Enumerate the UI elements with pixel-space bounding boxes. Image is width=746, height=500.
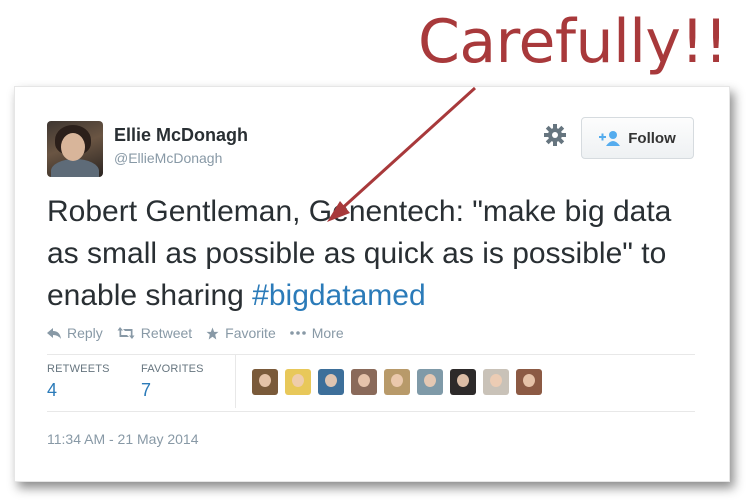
- favorite-label: Favorite: [225, 325, 276, 341]
- favoriter-avatar[interactable]: [318, 369, 344, 395]
- tweet-actions: Reply Retweet Favorite More: [47, 325, 358, 341]
- favoriter-avatar[interactable]: [252, 369, 278, 395]
- tweet-timestamp[interactable]: 11:34 AM - 21 May 2014: [47, 431, 199, 447]
- favoriter-avatar[interactable]: [285, 369, 311, 395]
- more-label: More: [311, 325, 344, 341]
- more-icon: [289, 331, 306, 335]
- stats-separator: [235, 355, 236, 408]
- retweets-count[interactable]: 4: [47, 380, 110, 401]
- retweet-icon: [117, 327, 135, 339]
- follow-button[interactable]: Follow: [581, 117, 694, 159]
- retweet-label: Retweet: [140, 325, 193, 341]
- annotation-label: Carefully!!: [418, 7, 728, 77]
- author-avatar[interactable]: [47, 121, 103, 177]
- reply-label: Reply: [67, 325, 103, 341]
- reply-button[interactable]: Reply: [47, 325, 103, 341]
- favoriter-avatar[interactable]: [516, 369, 542, 395]
- favorites-count[interactable]: 7: [141, 380, 204, 401]
- divider: [47, 354, 695, 355]
- author-handle[interactable]: @EllieMcDonagh: [114, 150, 222, 166]
- add-user-icon: [599, 131, 621, 146]
- favoriter-avatar[interactable]: [450, 369, 476, 395]
- reply-icon: [47, 328, 61, 339]
- follow-label: Follow: [628, 129, 676, 147]
- star-icon: [206, 327, 219, 339]
- favoriter-avatar[interactable]: [384, 369, 410, 395]
- favoriter-avatar[interactable]: [351, 369, 377, 395]
- author-name[interactable]: Ellie McDonagh: [114, 125, 248, 146]
- favoriter-avatar[interactable]: [483, 369, 509, 395]
- retweets-stat[interactable]: RETWEETS 4: [47, 363, 110, 401]
- favoriter-avatars: [252, 369, 549, 395]
- hashtag-link[interactable]: #bigdatamed: [252, 279, 425, 312]
- gear-icon[interactable]: [543, 123, 567, 147]
- tweet-text: Robert Gentleman, Genentech: "make big d…: [47, 191, 687, 317]
- favorites-stat[interactable]: FAVORITES 7: [141, 363, 204, 401]
- favorite-button[interactable]: Favorite: [206, 325, 276, 341]
- more-button[interactable]: More: [289, 325, 344, 341]
- divider: [47, 411, 695, 412]
- retweet-button[interactable]: Retweet: [117, 325, 192, 341]
- tweet-card: Ellie McDonagh @EllieMcDonagh Follow Rob…: [14, 86, 730, 482]
- retweets-label: RETWEETS: [47, 363, 110, 375]
- favoriter-avatar[interactable]: [417, 369, 443, 395]
- favorites-label: FAVORITES: [141, 363, 204, 375]
